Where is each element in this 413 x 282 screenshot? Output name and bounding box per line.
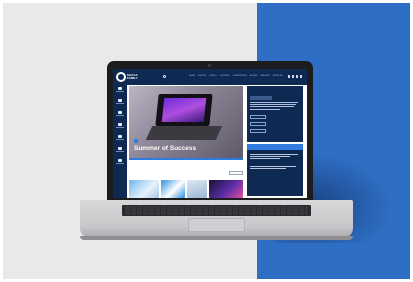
laptop-screen: SUCCA FAMILY HOME EVENTS VIDEOS COURSES … [113,69,307,198]
right-panel-button-1[interactable] [250,115,266,119]
sidebar-label [116,103,124,104]
list-item[interactable] [250,166,300,172]
sidebar [113,85,127,198]
right-panel-list [247,144,303,196]
laptop-base [80,200,353,238]
twitter-icon[interactable] [292,75,294,78]
sidebar-item-home[interactable] [115,87,125,96]
nav-item-insights[interactable]: INSIGHTS [260,75,269,78]
right-panel-button-3[interactable] [250,129,266,133]
sidebar-label [116,139,124,140]
right-panel-list-heading [247,144,303,150]
money-icon [118,123,122,126]
section-view-all-button[interactable] [229,171,243,175]
sidebar-item-money[interactable] [115,123,125,132]
sidebar-label [116,115,124,116]
home-icon [118,87,122,90]
camera-icon [208,64,211,67]
thumbnail-3[interactable] [187,180,207,198]
laptop-lid: SUCCA FAMILY HOME EVENTS VIDEOS COURSES … [107,61,313,202]
nav-item-events[interactable]: EVENTS [198,75,206,78]
linkedin-icon[interactable] [300,75,302,78]
site-logo[interactable]: SUCCA FAMILY [116,71,138,83]
main-nav: HOME EVENTS VIDEOS COURSES COMMUNITIES A… [189,75,282,78]
thumbnail-2[interactable] [161,180,185,198]
sidebar-item-community[interactable] [115,99,125,108]
hero-banner[interactable]: Summer of Success [129,86,243,158]
thumbnail-1[interactable] [129,180,159,198]
hero-keyboard-image [145,126,223,140]
tools-icon [118,135,122,138]
sidebar-item-send[interactable] [115,111,125,120]
thumbnail-row [129,180,243,198]
hero-badge [134,139,138,143]
sidebar-label [116,91,124,92]
right-panel-button-2[interactable] [250,122,266,126]
keyboard-keys [125,206,308,215]
right-panel-pill [250,96,272,100]
right-panel [247,86,303,142]
nav-item-courses[interactable]: COURSES [220,75,230,78]
nav-item-articles[interactable]: ARTICLES [273,75,283,78]
laptop-base-lip [80,236,353,240]
sidebar-item-view[interactable] [115,147,125,156]
sidebar-label [116,151,124,152]
view-icon [118,147,122,150]
community-icon [118,99,122,102]
sidebar-item-calendar[interactable] [115,159,125,168]
calendar-icon [118,159,122,162]
logo-mark-icon [116,72,126,82]
facebook-icon[interactable] [288,75,290,78]
hero-accent-strip [129,158,243,160]
hero-screen-glow [161,98,207,122]
thumbnail-4[interactable] [209,180,243,198]
top-navigation-bar: SUCCA FAMILY HOME EVENTS VIDEOS COURSES … [113,69,307,85]
instagram-icon[interactable] [296,75,298,78]
mockup-scene: SUCCA FAMILY HOME EVENTS VIDEOS COURSES … [3,3,410,279]
logo-text: SUCCA FAMILY [127,73,138,80]
trackpad [188,218,245,232]
social-links [288,75,302,78]
hero-title: Summer of Success [134,145,197,152]
send-icon [118,111,122,114]
search-icon[interactable] [163,75,166,78]
sidebar-label [116,127,124,128]
nav-item-communities[interactable]: COMMUNITIES [232,75,246,78]
sidebar-item-tools[interactable] [115,135,125,144]
nav-item-videos[interactable]: VIDEOS [209,75,217,78]
right-panel-text [250,102,300,110]
nav-item-home[interactable]: HOME [189,75,195,78]
list-item[interactable] [250,154,300,160]
sidebar-label [116,163,124,164]
nav-item-alumni[interactable]: ALUMNI [250,75,258,78]
